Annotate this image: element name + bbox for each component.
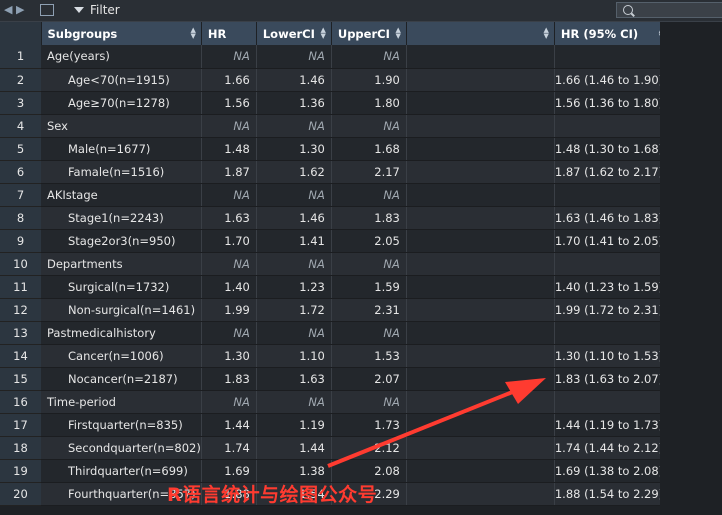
watermark-text: R语言统计与绘图公众号 <box>167 484 378 506</box>
arrow-head <box>505 378 546 404</box>
annotation-arrow <box>327 378 546 468</box>
arrow-shaft <box>327 389 516 468</box>
